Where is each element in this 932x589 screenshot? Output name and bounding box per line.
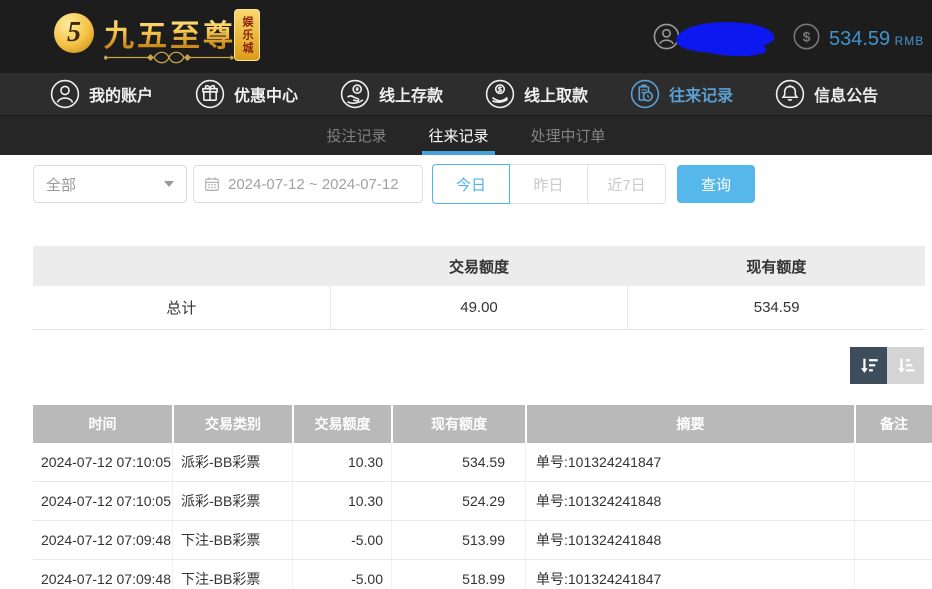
last7days-button[interactable]: 近7日 [588,164,666,204]
table-row: 2024-07-12 07:10:05 派彩-BB彩票 10.30 534.59… [33,443,932,482]
nav-item-my-account[interactable]: 我的账户 [50,79,153,109]
table-row: 2024-07-12 07:09:48 下注-BB彩票 -5.00 518.99… [33,560,932,589]
search-button[interactable]: 查询 [677,165,755,203]
col-header-note: 备注 [854,405,932,443]
table-row: 2024-07-12 07:10:05 派彩-BB彩票 10.30 524.29… [33,482,932,521]
records-icon [630,79,660,109]
nav-item-online-deposit[interactable]: 线上存款 [340,79,443,109]
balance-amount: 534.59 [829,28,890,50]
sort-ascending-button[interactable] [887,347,924,384]
cell-note [854,482,932,520]
summary-trade-total: 49.00 [330,286,628,329]
cell-time: 2024-07-12 07:09:48 [33,560,172,589]
select-value: 全部 [46,174,76,195]
tab-betting-records[interactable]: 投注记录 [323,116,389,155]
balance-currency: RMB [895,34,925,48]
cell-summary: 单号:101324241848 [525,482,854,520]
cell-balance: 518.99 [391,560,525,589]
nav-item-announcements[interactable]: 信息公告 [775,79,878,109]
date-range-input[interactable]: 2024-07-12 ~ 2024-07-12 [193,165,423,203]
svg-text:$: $ [803,29,811,45]
user-icon [50,79,80,109]
cell-note [854,443,932,481]
nav-label: 线上存款 [379,82,443,106]
col-header-amount: 交易额度 [292,405,391,443]
cell-note [854,560,932,589]
yesterday-button[interactable]: 昨日 [510,164,588,204]
sort-controls [850,347,924,384]
summary-header-row: 交易额度 现有额度 [33,246,925,286]
gift-icon [195,79,225,109]
username-redaction-scribble [700,41,766,57]
summary-header-empty [33,246,330,286]
nav-label: 往来记录 [669,82,733,106]
cell-type: 派彩-BB彩票 [172,482,292,520]
today-button[interactable]: 今日 [432,164,510,204]
col-header-balance: 现有额度 [391,405,525,443]
cell-summary: 单号:101324241847 [525,560,854,589]
deposit-icon [340,79,370,109]
summary-balance-total: 534.59 [627,286,925,329]
bell-icon [775,79,805,109]
cell-balance: 524.29 [391,482,525,520]
nav-item-online-withdraw[interactable]: 线上取款 [485,79,588,109]
cell-summary: 单号:101324241848 [525,521,854,559]
cell-type: 派彩-BB彩票 [172,443,292,481]
records-header-row: 时间 交易类别 交易额度 现有额度 摘要 备注 [33,405,932,443]
col-header-time: 时间 [33,405,172,443]
top-header: 5 九五至尊 娱乐城 [0,0,932,73]
calendar-icon [204,176,220,192]
nav-label: 优惠中心 [234,82,298,106]
col-header-summary: 摘要 [525,405,854,443]
chevron-down-icon [164,181,174,187]
nav-item-transaction-records[interactable]: 往来记录 [630,79,733,109]
main-navbar: 我的账户 优惠中心 [0,73,932,115]
balance-display: 534.59 RMB [829,28,924,51]
cell-amount: 10.30 [292,443,391,481]
col-header-type: 交易类别 [172,405,292,443]
table-row: 2024-07-12 07:09:48 下注-BB彩票 -5.00 513.99… [33,521,932,560]
nav-label: 信息公告 [814,82,878,106]
nav-label: 线上取款 [524,82,588,106]
quick-date-buttons: 今日 昨日 近7日 [432,164,666,204]
sort-descending-button[interactable] [850,347,887,384]
sort-descending-icon [858,355,880,377]
cell-time: 2024-07-12 07:10:05 [33,482,172,520]
summary-table: 交易额度 现有额度 总计 49.00 534.59 [33,246,925,330]
cell-summary: 单号:101324241847 [525,443,854,481]
dollar-coin-icon: $ [793,23,820,50]
cell-amount: -5.00 [292,560,391,589]
summary-total-row: 总计 49.00 534.59 [33,286,925,330]
cell-type: 下注-BB彩票 [172,521,292,559]
nav-item-promotions[interactable]: 优惠中心 [195,79,298,109]
records-table: 时间 交易类别 交易额度 现有额度 摘要 备注 2024-07-12 07:10… [33,405,932,589]
record-subtabs: 投注记录 往来记录 处理中订单 [0,115,932,155]
summary-header-trade: 交易额度 [330,246,627,286]
summary-header-balance: 现有额度 [628,246,925,286]
cell-type: 下注-BB彩票 [172,560,292,589]
cell-note [854,521,932,559]
tab-pending-orders[interactable]: 处理中订单 [528,116,609,155]
tab-transaction-records[interactable]: 往来记录 [425,116,491,155]
account-area: $ 534.59 RMB [0,0,932,73]
app-window: 5 九五至尊 娱乐城 [0,0,932,589]
cell-balance: 513.99 [391,521,525,559]
sort-ascending-icon [895,355,917,377]
cell-balance: 534.59 [391,443,525,481]
cell-amount: -5.00 [292,521,391,559]
cell-time: 2024-07-12 07:10:05 [33,443,172,481]
date-range-value: 2024-07-12 ~ 2024-07-12 [228,176,399,193]
withdraw-icon [485,79,515,109]
nav-label: 我的账户 [89,82,153,106]
summary-total-label: 总计 [33,286,330,329]
cell-time: 2024-07-12 07:09:48 [33,521,172,559]
cell-amount: 10.30 [292,482,391,520]
transaction-type-select[interactable]: 全部 [33,165,187,203]
